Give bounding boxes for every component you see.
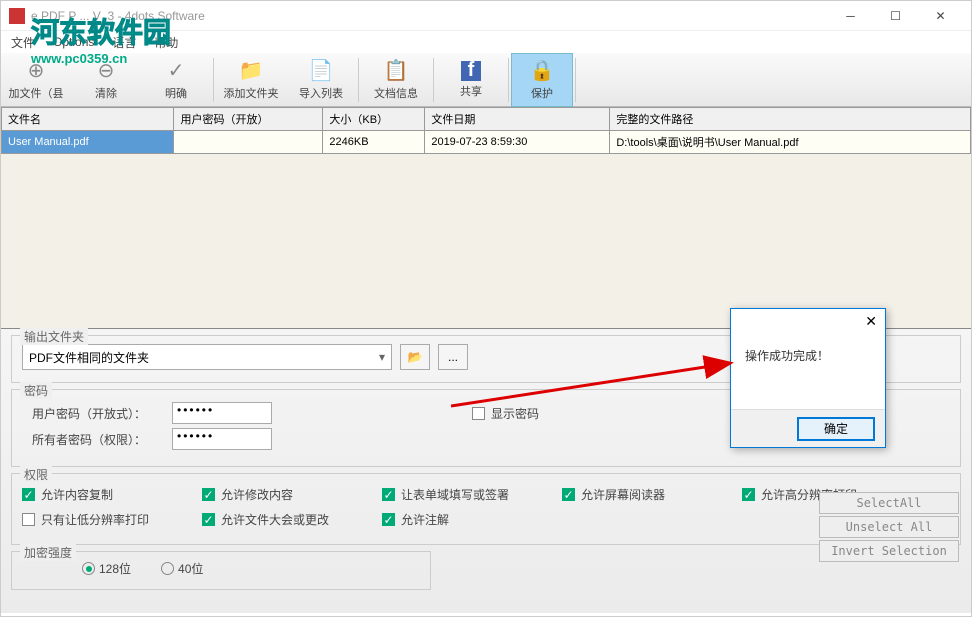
radio-40bit[interactable]: 40位: [161, 560, 203, 577]
allow-assembly-checkbox[interactable]: ✓允许文件大会或更改: [202, 511, 382, 528]
owner-password-label: 所有者密码（权限）：: [22, 431, 172, 448]
allow-annot-checkbox[interactable]: ✓允许注解: [382, 511, 562, 528]
checkbox-icon: [472, 407, 485, 420]
clear-button[interactable]: ⊖ 清除: [71, 53, 141, 107]
table-header-row: 文件名 用户密码（开放） 大小（KB） 文件日期 完整的文件路径: [2, 108, 971, 131]
checkbox-checked-icon: ✓: [742, 488, 755, 501]
select-all-button[interactable]: SelectAll: [819, 492, 959, 514]
selection-buttons: SelectAll Unselect All Invert Selection: [819, 492, 959, 562]
checkbox-checked-icon: ✓: [562, 488, 575, 501]
confirm-button[interactable]: ✓ 明确: [141, 53, 211, 107]
invert-selection-button[interactable]: Invert Selection: [819, 540, 959, 562]
menu-file[interactable]: 文件: [11, 34, 35, 51]
checkbox-checked-icon: ✓: [202, 488, 215, 501]
close-button[interactable]: ✕: [918, 2, 963, 30]
password-title: 密码: [20, 382, 52, 399]
add-file-button[interactable]: ⊕ 加文件（县: [1, 53, 71, 107]
folder-open-icon: 📂: [408, 350, 423, 364]
checkbox-checked-icon: ✓: [22, 488, 35, 501]
output-title: 输出文件夹: [20, 328, 88, 345]
allow-copy-checkbox[interactable]: ✓允许内容复制: [22, 486, 202, 503]
radio-128bit[interactable]: 128位: [82, 560, 131, 577]
clear-icon: ⊖: [94, 59, 118, 83]
titlebar: e PDF P ... V .3 - 4dots Software ─ ☐ ✕: [1, 1, 971, 31]
owner-password-input[interactable]: ••••••: [172, 428, 272, 450]
permissions-title: 权限: [20, 466, 52, 483]
cell-password: [174, 131, 323, 154]
checkbox-checked-icon: ✓: [382, 513, 395, 526]
encryption-title: 加密强度: [20, 544, 76, 561]
separator: [575, 58, 576, 102]
separator: [213, 58, 214, 102]
info-icon: 📋: [384, 59, 408, 83]
cell-size: 2246KB: [323, 131, 425, 154]
share-button[interactable]: f 共享: [436, 53, 506, 107]
maximize-button[interactable]: ☐: [873, 2, 918, 30]
facebook-icon: f: [461, 61, 481, 81]
checkbox-icon: [22, 513, 35, 526]
file-table: 文件名 用户密码（开放） 大小（KB） 文件日期 完整的文件路径 User Ma…: [1, 107, 971, 154]
import-icon: 📄: [309, 59, 333, 83]
minimize-button[interactable]: ─: [828, 2, 873, 30]
encryption-section: 加密强度 128位 40位: [11, 551, 431, 590]
user-password-label: 用户密码（开放式）：: [22, 405, 172, 422]
col-filename[interactable]: 文件名: [2, 108, 174, 131]
col-size[interactable]: 大小（KB）: [323, 108, 425, 131]
check-icon: ✓: [164, 59, 188, 83]
show-password-checkbox[interactable]: 显示密码: [472, 405, 539, 422]
menu-help[interactable]: 帮助: [154, 34, 178, 51]
separator: [433, 58, 434, 102]
dialog-message: 操作成功完成！: [731, 309, 885, 364]
col-password[interactable]: 用户密码（开放）: [174, 108, 323, 131]
cell-date: 2019-07-23 8:59:30: [425, 131, 610, 154]
col-date[interactable]: 文件日期: [425, 108, 610, 131]
separator: [358, 58, 359, 102]
toolbar: ⊕ 加文件（县 ⊖ 清除 ✓ 明确 📁 添加文件夹 📄 导入列表 📋 文档信息 …: [1, 53, 971, 107]
folder-icon: 📁: [239, 59, 263, 83]
dialog-close-button[interactable]: ✕: [865, 313, 877, 330]
unselect-all-button[interactable]: Unselect All: [819, 516, 959, 538]
col-path[interactable]: 完整的文件路径: [610, 108, 971, 131]
output-folder-select[interactable]: PDF文件相同的文件夹 ▾: [22, 344, 392, 370]
import-list-button[interactable]: 📄 导入列表: [286, 53, 356, 107]
browse-button[interactable]: ...: [438, 344, 468, 370]
allow-form-checkbox[interactable]: ✓让表单域填写或签署: [382, 486, 562, 503]
radio-icon: [161, 562, 174, 575]
cell-path: D:\tools\桌面\说明书\User Manual.pdf: [610, 131, 971, 154]
checkbox-checked-icon: ✓: [382, 488, 395, 501]
radio-checked-icon: [82, 562, 95, 575]
add-file-icon: ⊕: [24, 59, 48, 83]
success-dialog: ✕ 操作成功完成！ 确定: [730, 308, 886, 448]
lock-icon: 🔒: [530, 59, 554, 83]
menubar: 文件 Options 语言 帮助: [1, 31, 971, 53]
file-table-area: 文件名 用户密码（开放） 大小（KB） 文件日期 完整的文件路径 User Ma…: [1, 107, 971, 329]
separator: [508, 58, 509, 102]
dialog-ok-button[interactable]: 确定: [797, 417, 875, 441]
table-row[interactable]: User Manual.pdf 2246KB 2019-07-23 8:59:3…: [2, 131, 971, 154]
doc-info-button[interactable]: 📋 文档信息: [361, 53, 431, 107]
user-password-input[interactable]: ••••••: [172, 402, 272, 424]
protect-button[interactable]: 🔒 保护: [511, 53, 573, 107]
allow-reader-checkbox[interactable]: ✓允许屏幕阅读器: [562, 486, 742, 503]
open-folder-button[interactable]: 📂: [400, 344, 430, 370]
app-icon: [9, 8, 25, 24]
chevron-down-icon: ▾: [379, 350, 385, 364]
menu-options[interactable]: Options: [53, 35, 94, 49]
cell-filename: User Manual.pdf: [2, 131, 174, 154]
window-title: e PDF P ... V .3 - 4dots Software: [31, 9, 828, 23]
checkbox-checked-icon: ✓: [202, 513, 215, 526]
menu-language[interactable]: 语言: [112, 34, 136, 51]
add-folder-button[interactable]: 📁 添加文件夹: [216, 53, 286, 107]
allow-modify-checkbox[interactable]: ✓允许修改内容: [202, 486, 382, 503]
only-lowres-checkbox[interactable]: 只有让低分辨率打印: [22, 511, 202, 528]
